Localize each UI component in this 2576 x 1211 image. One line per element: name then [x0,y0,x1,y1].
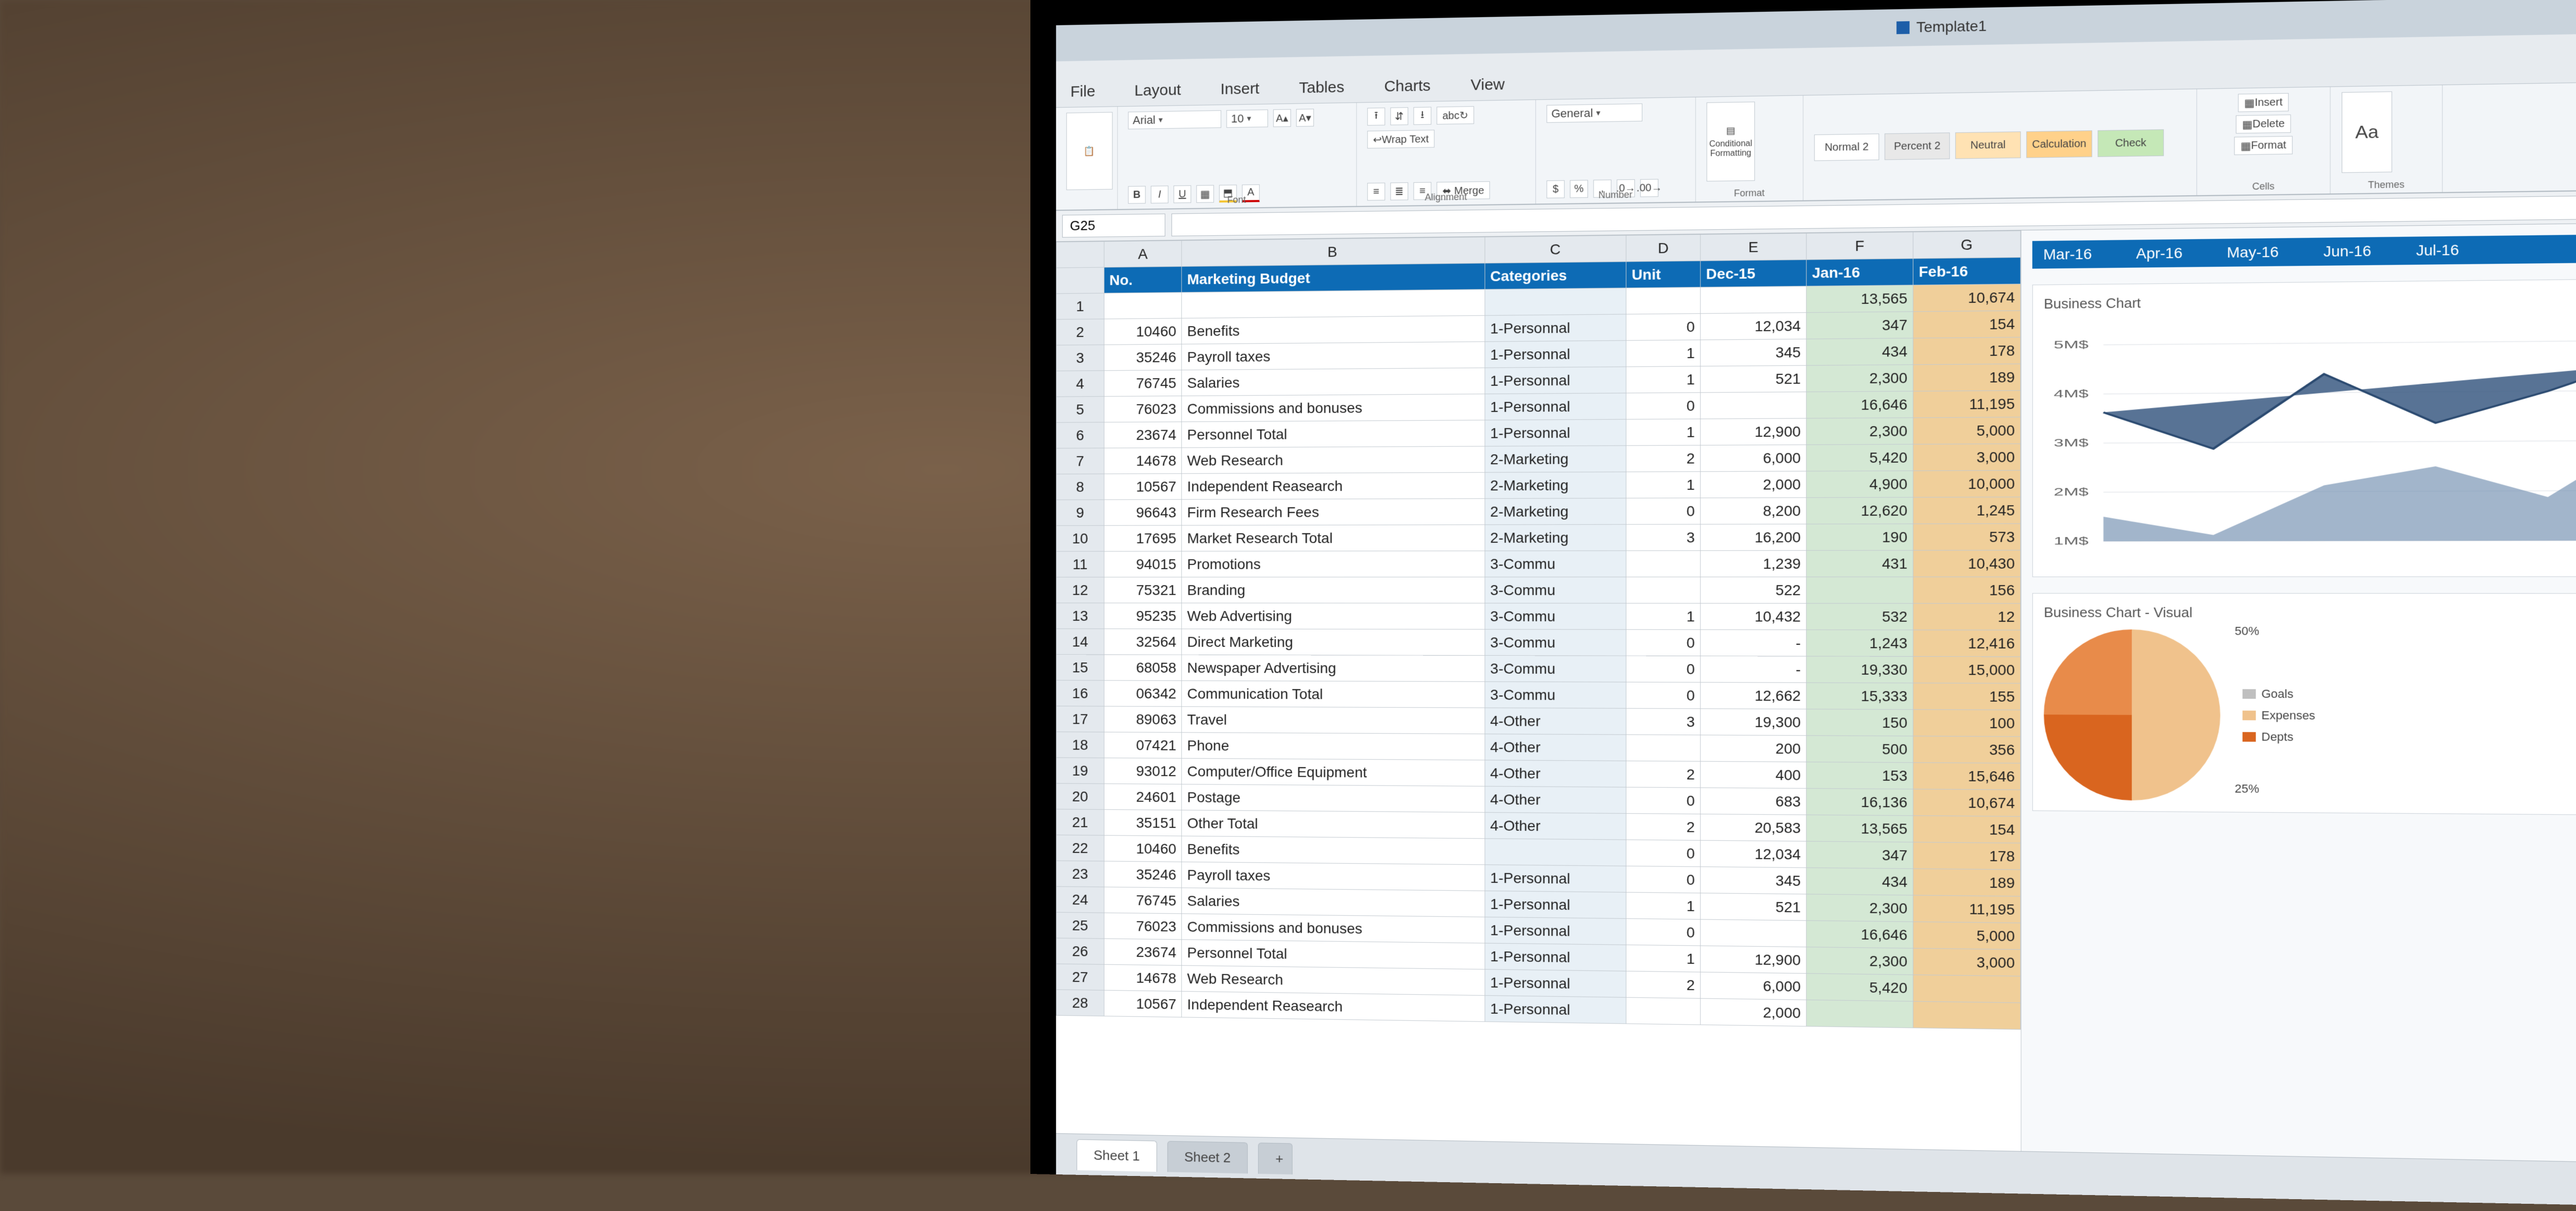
legend-swatch [2243,689,2256,699]
svg-text:1M$: 1M$ [2054,534,2088,547]
clipboard-icon: 📋 [1083,146,1095,157]
svg-text:5M$: 5M$ [2054,338,2088,351]
svg-text:3M$: 3M$ [2054,436,2088,449]
currency-icon[interactable]: $ [1547,180,1565,198]
pie-callout-25: 25% [2235,782,2260,796]
col-header[interactable]: B [1182,237,1485,266]
chart-panel: Mar-16 Apr-16 May-16 Jun-16 Jul-16 Busin… [2021,220,2576,1167]
orientation-icon[interactable]: abc↻ [1436,106,1474,125]
pie-graphic [2044,629,2221,801]
table-row[interactable]: 1789063Travel4-Other319,300150100 [1056,706,2021,737]
wrap-text-button[interactable]: ↩Wrap Text [1367,130,1435,148]
col-header[interactable]: C [1485,235,1626,263]
document-icon [1897,21,1910,34]
style-check[interactable]: Check [2098,129,2164,157]
align-top-icon[interactable]: ⭱ [1367,108,1385,126]
table-row[interactable]: 1606342Communication Total3-Commu012,662… [1056,680,2021,710]
decrease-decimal-icon[interactable]: .00→ [1640,179,1658,197]
col-header[interactable]: F [1806,232,1913,260]
col-header[interactable]: D [1626,234,1700,262]
sheet-tab-2[interactable]: Sheet 2 [1167,1140,1248,1173]
themes-icon: Aa [2355,122,2378,143]
menu-tables[interactable]: Tables [1295,72,1348,103]
group-label-alignment: Alignment [1425,192,1467,203]
group-label-themes: Themes [2368,179,2404,191]
table-row[interactable]: 1194015Promotions3-Commu1,23943110,430 [1056,550,2021,577]
borders-icon[interactable]: ▦ [1196,185,1214,203]
table-row[interactable]: 810567Independent Reasearch2-Marketing12… [1056,470,2021,500]
select-all-corner[interactable] [1056,242,1104,268]
table-row[interactable]: 1017695Market Research Total2-Marketing3… [1056,523,2021,551]
spreadsheet-grid[interactable]: A B C D E F G No.Marketing BudgetCategor… [1056,230,2021,1030]
themes-button[interactable]: Aa [2342,91,2392,173]
style-percent2[interactable]: Percent 2 [1885,132,1950,160]
conditional-formatting-icon: ▤ [1726,125,1735,137]
legend-swatch [2243,732,2256,742]
group-label-cells: Cells [2252,181,2275,192]
col-header[interactable]: A [1104,241,1182,267]
style-neutral[interactable]: Neutral [1955,131,2021,159]
col-header[interactable]: E [1701,233,1807,261]
menu-charts[interactable]: Charts [1380,71,1434,102]
insert-cells-button[interactable]: ▦ Insert [2238,93,2289,112]
table-row[interactable]: 996643Firm Research Fees2-Marketing08,20… [1056,497,2021,526]
svg-text:4M$: 4M$ [2054,387,2088,400]
pie-chart-title: Business Chart - Visual [2044,604,2576,622]
menu-file[interactable]: File [1066,77,1099,107]
table-row[interactable]: 623674Personnel Total1-Personnal112,9002… [1056,417,2021,449]
line-chart: Business Chart 5M [2032,276,2576,577]
number-format-dropdown[interactable]: General [1547,104,1642,123]
group-label-font: Font [1227,194,1246,206]
bold-button[interactable]: B [1128,186,1146,204]
font-grow-icon[interactable]: A▴ [1273,109,1291,127]
paste-button[interactable]: 📋 [1066,112,1113,190]
menu-layout[interactable]: Layout [1130,75,1185,106]
legend-swatch [2243,710,2256,720]
pie-callout-50: 50% [2235,624,2260,638]
delete-cells-button[interactable]: ▦ Delete [2236,114,2291,133]
laptop-frame: Template1 File Layout Insert Tables Char… [1030,0,2576,1211]
table-row[interactable]: 714678Web Research2-Marketing26,0005,420… [1056,444,2021,474]
table-row[interactable]: 1432564Direct Marketing3-Commu0-1,24312,… [1056,629,2021,657]
percent-icon[interactable]: % [1570,180,1588,198]
align-center-icon[interactable]: ≣ [1391,182,1409,200]
line-chart-title: Business Chart [2044,288,2576,312]
font-size-dropdown[interactable]: 10 [1226,110,1268,128]
align-middle-icon[interactable]: ⇵ [1391,107,1409,125]
table-row[interactable]: 1395235Web Advertising3-Commu110,4325321… [1056,603,2021,630]
pie-legend: Goals Expenses Depts [2243,687,2315,744]
menu-insert[interactable]: Insert [1216,74,1264,105]
format-cells-button[interactable]: ▦ Format [2234,136,2293,155]
app-window: Template1 File Layout Insert Tables Char… [1056,0,2576,1211]
align-bottom-icon[interactable]: ⭳ [1414,107,1432,125]
font-name-dropdown[interactable]: Arial [1128,110,1222,129]
italic-button[interactable]: I [1151,185,1168,203]
conditional-formatting-button[interactable]: ▤ Conditional Formatting [1706,101,1755,181]
menu-view[interactable]: View [1466,70,1509,100]
table-row[interactable]: 1275321Branding3-Commu522156 [1056,577,2021,604]
col-header[interactable]: G [1913,231,2021,259]
group-label-format: Format [1734,187,1765,199]
style-calculation[interactable]: Calculation [2026,130,2092,158]
align-left-icon[interactable]: ≡ [1367,183,1385,201]
sheet-tab-1[interactable]: Sheet 1 [1077,1139,1157,1171]
underline-button[interactable]: U [1174,185,1191,203]
style-normal2[interactable]: Normal 2 [1814,133,1879,161]
pie-chart: Business Chart - Visual 50% 25% Goals Ex… [2032,593,2576,817]
name-box[interactable]: G25 [1062,213,1165,237]
window-title: Template1 [1916,18,1987,36]
font-shrink-icon[interactable]: A▾ [1296,109,1314,127]
add-sheet-tab[interactable]: + [1258,1142,1293,1174]
svg-text:2M$: 2M$ [2054,485,2088,498]
group-label-number: Number [1598,190,1632,201]
month-header-strip: Mar-16 Apr-16 May-16 Jun-16 Jul-16 [2032,231,2576,268]
workspace: A B C D E F G No.Marketing BudgetCategor… [1056,220,2576,1167]
table-row[interactable]: 1568058Newspaper Advertising3-Commu0-19,… [1056,655,2021,684]
